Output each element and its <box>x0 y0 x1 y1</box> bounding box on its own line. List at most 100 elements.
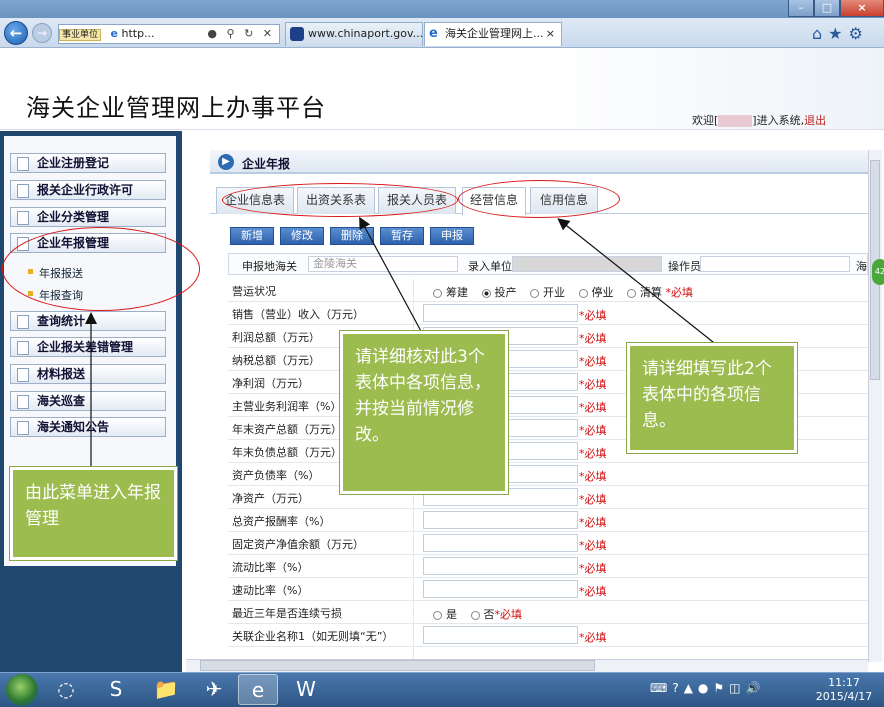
logout-link[interactable]: 退出 <box>804 114 826 127</box>
sogou-icon[interactable]: S <box>96 674 136 705</box>
radio-button[interactable] <box>470 610 480 620</box>
address-badge: 事业单位 <box>59 29 102 41</box>
system-tray-icons[interactable]: ⌨?▲●⚑◫🔊 <box>650 681 765 695</box>
sidebar-item-registration[interactable]: 企业注册登记 <box>10 153 166 173</box>
delete-button[interactable]: 删除 <box>330 227 374 245</box>
radio-button[interactable] <box>433 288 442 298</box>
sidebar-item-statistics[interactable]: 查询统计 <box>10 311 166 331</box>
row-label: 利润总额（万元） <box>232 331 320 344</box>
radio-label: 是 <box>446 608 457 621</box>
loss-radio-group[interactable]: 是 否*必填 <box>423 606 522 622</box>
ie-icon: e <box>429 26 438 41</box>
radio-label: 清算 <box>640 286 662 299</box>
required-mark: *必填 <box>665 286 694 299</box>
operator-label: 操作员 <box>668 260 701 273</box>
sidebar-item-inspection[interactable]: 海关巡查 <box>10 391 166 411</box>
callout-fill-note: 请详细填写此2个表体中的各项信息。 <box>626 342 798 454</box>
row-label: 总资产报酬率（%） <box>232 515 331 528</box>
required-mark: *必填 <box>579 631 607 644</box>
row-label: 营运状况 <box>232 285 276 298</box>
airplane-icon[interactable]: ✈ <box>194 674 234 705</box>
row-label: 净利润（万元） <box>232 377 309 390</box>
window-titlebar <box>0 0 884 18</box>
start-button[interactable] <box>6 674 38 706</box>
quick-ratio-input[interactable] <box>423 580 578 598</box>
app-icon[interactable]: ◌ <box>46 674 86 705</box>
required-mark: *必填 <box>579 355 607 368</box>
form-row: 关联企业名称1（如无则填“无”） *必填 <box>228 624 868 647</box>
fixed-assets-input[interactable] <box>423 534 578 552</box>
required-mark: *必填 <box>579 424 607 437</box>
horizontal-scroll-thumb[interactable] <box>200 660 595 671</box>
radio-button[interactable] <box>530 288 539 298</box>
status-radio-group[interactable]: 筹建 投产 开业 停业 清算 *必填 <box>423 284 693 300</box>
address-text: http... <box>121 27 155 40</box>
row-label: 速动比率（%） <box>232 584 309 597</box>
tab-close-icon[interactable]: × <box>546 23 555 45</box>
form-row: 销售（营业）收入（万元） *必填 <box>228 302 868 325</box>
current-ratio-input[interactable] <box>423 557 578 575</box>
radio-label: 投产 <box>494 286 517 299</box>
browser-tools-icons[interactable]: ⌂★⚙ <box>812 24 882 44</box>
address-actions-icons: ● ⚲ ↻ ✕ <box>207 27 275 40</box>
required-mark: *必填 <box>579 585 607 598</box>
browser-tab-active[interactable]: e 海关企业管理网上... × <box>424 22 562 46</box>
sidebar-item-license[interactable]: 报关企业行政许可 <box>10 180 166 200</box>
required-mark: *必填 <box>579 470 607 483</box>
form-row: 流动比率（%） *必填 <box>228 555 868 578</box>
clock-time: 11:17 <box>828 676 860 689</box>
unit-label: 录入单位 <box>468 260 512 273</box>
row-label: 资产负债率（%） <box>232 469 320 482</box>
ie-taskbar-icon[interactable]: e <box>238 674 278 705</box>
highlight-ellipse-menu <box>2 227 200 311</box>
browser-tab-chinaport[interactable]: www.chinaport.gov.... <box>285 22 423 46</box>
radio-button[interactable] <box>433 610 442 620</box>
form-row: 净资产（万元） *必填 <box>228 486 868 509</box>
form-row-loss: 最近三年是否连续亏损 是 否*必填 <box>228 601 868 624</box>
back-button[interactable]: ← <box>4 21 28 45</box>
required-mark: *必填 <box>579 447 607 460</box>
close-window-button[interactable]: × <box>840 0 884 17</box>
highlight-ellipse-three-tabs <box>222 183 458 217</box>
row-label: 最近三年是否连续亏损 <box>232 607 342 620</box>
form-row: 速动比率（%） *必填 <box>228 578 868 601</box>
radio-button[interactable] <box>578 288 588 298</box>
section-title: 企业年报 <box>242 157 291 171</box>
radio-button[interactable] <box>627 288 636 298</box>
username-redacted <box>718 115 753 127</box>
sales-input[interactable] <box>423 304 578 322</box>
required-mark: *必填 <box>579 516 607 529</box>
site-title: 海关企业管理网上办事平台 <box>26 94 326 122</box>
welcome-suffix: ]进入系统, <box>752 114 805 127</box>
radio-button-selected[interactable] <box>481 288 491 298</box>
edit-button[interactable]: 修改 <box>280 227 324 245</box>
maximize-button[interactable]: □ <box>814 0 840 17</box>
sidebar-item-materials[interactable]: 材料报送 <box>10 364 166 384</box>
callout-verify-note: 请详细核对此3个表体中各项信息，并按当前情况修改。 <box>339 330 509 495</box>
forward-button[interactable]: → <box>32 23 52 43</box>
related-company-input[interactable] <box>423 626 578 644</box>
clock-date: 2015/4/17 <box>815 690 873 703</box>
submit-button[interactable]: 申报 <box>430 227 474 245</box>
row-label: 销售（营业）收入（万元） <box>232 308 364 321</box>
row-label: 纳税总额（万元） <box>232 354 320 367</box>
required-mark: *必填 <box>579 493 607 506</box>
save-draft-button[interactable]: 暂存 <box>380 227 424 245</box>
roa-input[interactable] <box>423 511 578 529</box>
sidebar-item-notices[interactable]: 海关通知公告 <box>10 417 166 437</box>
section-header <box>210 150 868 174</box>
side-badge[interactable]: 42 <box>872 259 884 285</box>
row-label: 流动比率（%） <box>232 561 309 574</box>
row-label: 净资产（万元） <box>232 492 309 505</box>
minimize-button[interactable]: – <box>788 0 814 17</box>
add-button[interactable]: 新增 <box>230 227 274 245</box>
sidebar-item-classification[interactable]: 企业分类管理 <box>10 207 166 227</box>
address-bar[interactable]: 事业单位 e http... ● ⚲ ↻ ✕ <box>58 24 280 44</box>
row-label: 关联企业名称1（如无则填“无”） <box>232 630 394 643</box>
sidebar-item-errors[interactable]: 企业报关差错管理 <box>10 337 166 357</box>
word-icon[interactable]: W <box>286 674 326 705</box>
folder-icon[interactable]: 📁 <box>146 674 186 705</box>
clock[interactable]: 11:17 2015/4/17 <box>812 676 876 704</box>
callout-menu-note: 由此菜单进入年报管理 <box>9 466 178 561</box>
tab-label: www.chinaport.gov.... <box>308 27 423 40</box>
